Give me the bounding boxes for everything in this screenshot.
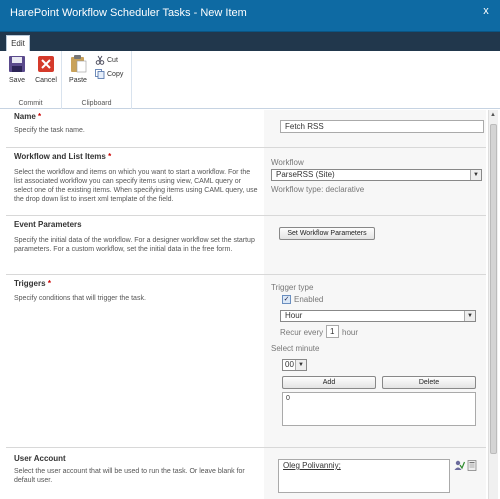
workflow-section: Workflow and List Items * Select the wor… [6, 148, 486, 216]
delete-minute-button[interactable]: Delete [382, 376, 476, 389]
chevron-down-icon[interactable]: ▼ [470, 170, 481, 180]
ribbon-group-commit: Save Cancel Commit [0, 51, 62, 109]
triggers-title-text: Triggers [14, 279, 46, 288]
workflow-select[interactable]: ParseRSS (Site) ▼ [271, 169, 482, 181]
dialog-title: HarePoint Workflow Scheduler Tasks - New… [10, 7, 247, 19]
ribbon-group-clipboard-label: Clipboard [81, 100, 112, 107]
address-book-icon[interactable] [467, 460, 478, 471]
name-section: Name * Specify the task name. Fetch RSS [6, 110, 486, 148]
ribbon-tabstrip: Edit [0, 32, 500, 51]
triggers-title: Triggers * [14, 279, 51, 288]
save-button[interactable]: Save [4, 55, 30, 84]
event-input-col: Set Workflow Parameters [264, 216, 486, 274]
dialog-titlebar: HarePoint Workflow Scheduler Tasks - New… [0, 0, 500, 32]
recur-suffix: hour [342, 328, 359, 337]
cut-button[interactable]: Cut [95, 55, 118, 65]
chevron-down-icon[interactable]: ▼ [295, 360, 306, 370]
workflow-desc: Select the workflow and items on which y… [14, 169, 258, 203]
vertical-scrollbar[interactable]: ▲ [488, 110, 498, 499]
cancel-icon [38, 56, 54, 72]
copy-button[interactable]: Copy [95, 69, 123, 79]
save-icon [9, 56, 25, 72]
name-input-col: Fetch RSS [264, 110, 486, 147]
paste-icon [71, 55, 87, 73]
form-content: Name * Specify the task name. Fetch RSS … [6, 110, 486, 499]
name-desc: Specify the task name. [14, 127, 85, 134]
user-desc: Select the user account that will be use… [14, 468, 245, 484]
enabled-label: Enabled [294, 295, 324, 304]
name-input[interactable]: Fetch RSS [280, 120, 484, 133]
paste-label: Paste [69, 77, 87, 84]
user-input-col: Oleg Polivanniy; [264, 448, 486, 499]
minute-select[interactable]: 00 ▼ [282, 359, 307, 371]
scroll-up-icon[interactable]: ▲ [490, 112, 496, 118]
triggers-input-col: Trigger type ✓ Enabled Hour ▼ Recur ever… [264, 275, 486, 447]
scrollbar-thumb[interactable] [490, 124, 497, 454]
workflow-select-value: ParseRSS (Site) [276, 170, 335, 179]
chevron-down-icon[interactable]: ▼ [464, 311, 475, 321]
minute-select-value: 00 [285, 360, 294, 369]
select-minute-label: Select minute [271, 344, 320, 353]
minute-listbox[interactable]: 0 [282, 392, 476, 426]
workflow-title: Workflow and List Items * [14, 152, 111, 161]
list-item[interactable]: 0 [286, 395, 472, 402]
event-title: Event Parameters [14, 220, 82, 229]
enabled-checkbox[interactable]: ✓ [282, 295, 291, 304]
trigger-type-label: Trigger type [271, 283, 314, 292]
triggers-section: Triggers * Specify conditions that will … [6, 275, 486, 448]
required-marker: * [47, 279, 51, 288]
tab-edit[interactable]: Edit [6, 35, 30, 51]
cut-label: Cut [107, 56, 118, 64]
workflow-input-col: Workflow ParseRSS (Site) ▼ Workflow type… [264, 148, 486, 215]
copy-label: Copy [107, 70, 124, 78]
triggers-desc: Specify conditions that will trigger the… [14, 295, 146, 302]
ribbon-group-commit-label: Commit [18, 100, 43, 107]
recur-input[interactable]: 1 [326, 325, 339, 338]
ribbon: Save Cancel Commit Paste Cut Copy Clipbo… [0, 51, 500, 109]
cancel-button[interactable]: Cancel [33, 55, 59, 84]
check-names-icon[interactable] [454, 460, 465, 471]
set-workflow-parameters-button[interactable]: Set Workflow Parameters [279, 227, 375, 240]
required-marker: * [108, 152, 112, 161]
user-picker-input[interactable]: Oleg Polivanniy; [278, 459, 450, 493]
paste-button[interactable]: Paste [65, 55, 91, 84]
workflow-label: Workflow [271, 158, 304, 167]
recur-prefix: Recur every [280, 328, 324, 337]
event-desc: Specify the initial data of the workflow… [14, 237, 255, 253]
trigger-period-select[interactable]: Hour ▼ [280, 310, 476, 322]
event-section: Event Parameters Specify the initial dat… [6, 216, 486, 275]
name-title-text: Name [14, 112, 36, 121]
ribbon-group-clipboard: Paste Cut Copy Clipboard [62, 51, 132, 109]
cut-icon [95, 55, 105, 65]
cancel-label: Cancel [35, 77, 57, 84]
user-section: User Account Select the user account tha… [6, 448, 486, 499]
name-title: Name * [14, 112, 41, 121]
workflow-type: Workflow type: declarative [271, 185, 365, 194]
workflow-title-text: Workflow and List Items [14, 152, 106, 161]
save-label: Save [9, 77, 25, 84]
required-marker: * [38, 112, 42, 121]
user-title: User Account [14, 454, 66, 463]
add-minute-button[interactable]: Add [282, 376, 376, 389]
trigger-period-value: Hour [285, 311, 303, 320]
copy-icon [95, 69, 105, 79]
close-icon[interactable]: x [478, 4, 494, 18]
